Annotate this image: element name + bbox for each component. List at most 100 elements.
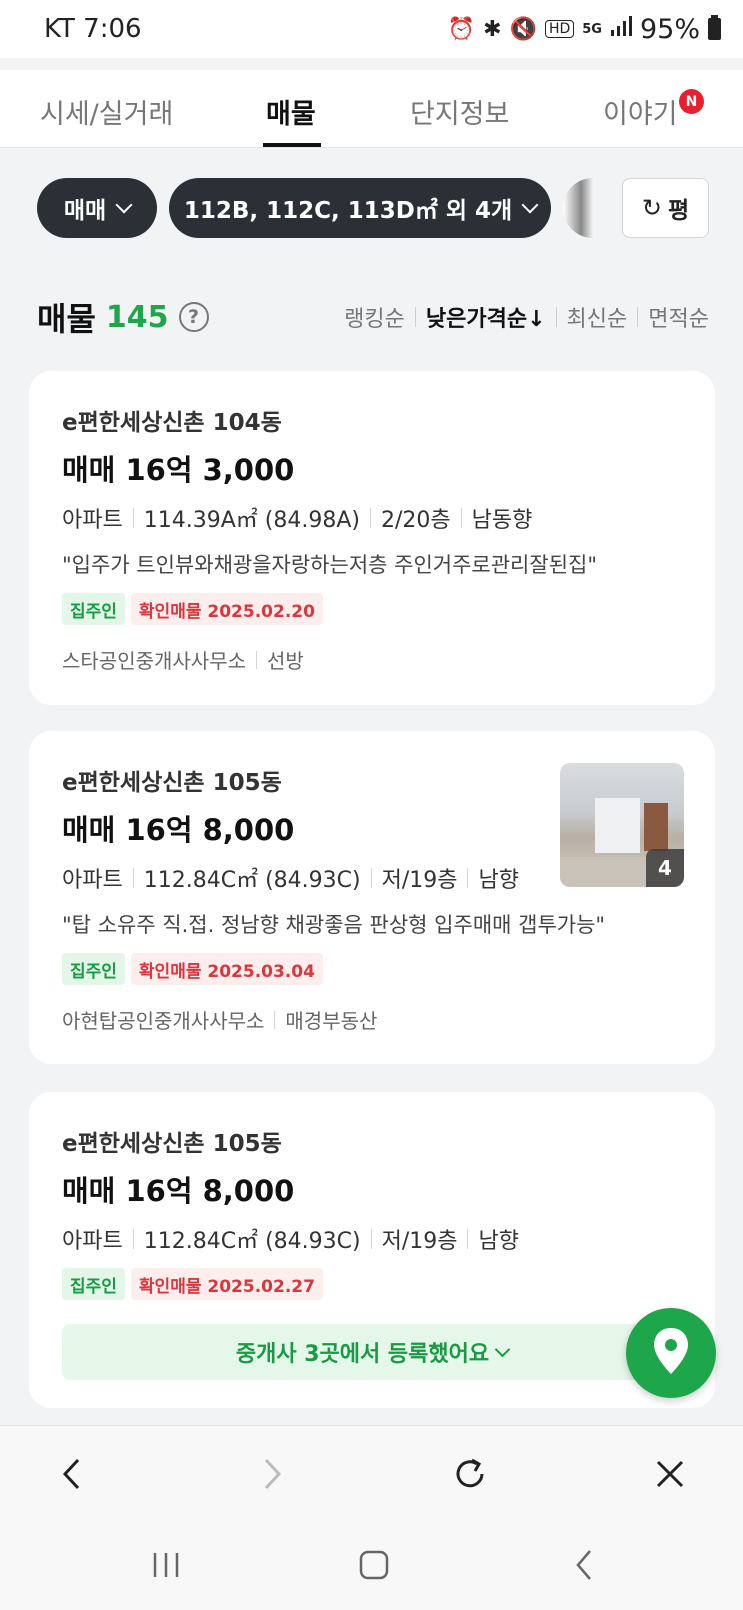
divider xyxy=(132,868,134,888)
back-icon[interactable] xyxy=(50,1452,94,1496)
list-header: 매물 145 ? 랭킹순 낮은가격순↓ 최신순 면적순 xyxy=(37,295,709,339)
status-bar: KT 7:06 ⏰ ✱ 🔇 HD 5G 95% xyxy=(0,0,743,58)
owner-badge: 집주인 xyxy=(62,953,125,985)
photo-wall xyxy=(595,798,640,853)
listing-badges: 집주인 확인매물 2025.02.27 xyxy=(62,1268,323,1300)
refresh-icon: ↻ xyxy=(641,194,662,222)
listing-badges: 집주인 확인매물 2025.02.20 xyxy=(62,593,323,625)
chevron-down-icon xyxy=(521,196,539,214)
agency-name: 아현탑공인중개사사무소 xyxy=(62,1009,265,1033)
agency-line: 아현탑공인중개사사무소 매경부동산 xyxy=(62,1005,377,1034)
trade-type-filter[interactable]: 매매 xyxy=(37,178,157,238)
close-icon[interactable] xyxy=(648,1452,692,1496)
tab-price-history[interactable]: 시세/실거래 xyxy=(40,92,173,131)
area-filter[interactable]: 112B, 112C, 113D㎡ 외 4개 xyxy=(169,178,551,238)
status-icons: ⏰ ✱ 🔇 HD 5G 95% xyxy=(448,14,721,45)
direction: 남동향 xyxy=(471,508,533,533)
agency-extra: 매경부동산 xyxy=(285,1009,378,1033)
complex-name: e편한세상신촌 104동 xyxy=(62,410,282,436)
divider xyxy=(555,307,557,327)
active-tab-indicator xyxy=(263,143,321,147)
alarm-icon: ⏰ xyxy=(447,16,476,42)
battery-percent: 95% xyxy=(639,13,700,45)
agents-bar-label: 중개사 3곳에서 등록했어요 xyxy=(235,1342,490,1367)
sort-ranking[interactable]: 랭킹순 xyxy=(344,301,405,333)
unit-toggle-button[interactable]: ↻ 평 xyxy=(622,178,709,238)
nav-back-icon[interactable] xyxy=(564,1545,604,1585)
listing-spec: 아파트 112.84C㎡ (84.93C) 저/19층 남향 xyxy=(62,1223,519,1255)
direction: 남향 xyxy=(478,1229,519,1254)
photo-door xyxy=(644,803,668,851)
agency-name: 스타공인중개사사무소 xyxy=(62,649,246,673)
divider xyxy=(0,58,743,70)
area: 112.84C㎡ (84.93C) xyxy=(143,868,361,893)
new-badge: N xyxy=(679,89,704,114)
divider xyxy=(460,508,462,528)
agents-expand-button[interactable]: 중개사 3곳에서 등록했어요 xyxy=(62,1324,682,1380)
tab-stories[interactable]: 이야기 xyxy=(603,92,678,131)
area-filter-label: 112B, 112C, 113D㎡ 외 4개 xyxy=(183,198,513,224)
divider xyxy=(370,868,372,888)
reload-icon[interactable] xyxy=(448,1452,492,1496)
map-button[interactable] xyxy=(626,1308,716,1398)
owner-badge: 집주인 xyxy=(62,1268,125,1300)
divider xyxy=(274,1010,276,1029)
bluetooth-icon: ✱ xyxy=(483,16,502,42)
divider xyxy=(132,1229,134,1249)
listing-card[interactable]: e편한세상신촌 105동 매매 16억 8,000 아파트 112.84C㎡ (… xyxy=(29,1092,715,1408)
chevron-down-icon xyxy=(494,1341,511,1357)
verified-badge: 확인매물 2025.03.04 xyxy=(130,953,323,985)
listing-spec: 아파트 114.39A㎡ (84.98A) 2/20층 남동향 xyxy=(62,502,532,534)
agency-extra: 선방 xyxy=(267,649,304,673)
more-filters-edge[interactable] xyxy=(563,178,593,238)
status-time: KT 7:06 xyxy=(44,14,142,44)
divider xyxy=(256,650,257,669)
sort-latest[interactable]: 최신순 xyxy=(567,301,628,333)
list-title: 매물 xyxy=(37,300,96,338)
complex-name: e편한세상신촌 105동 xyxy=(62,1131,282,1157)
verified-badge: 확인매물 2025.02.20 xyxy=(130,593,323,625)
area: 114.39A㎡ (84.98A) xyxy=(143,508,360,533)
unit-label: 평 xyxy=(667,198,690,224)
forward-icon xyxy=(250,1452,294,1496)
photo-count: 4 xyxy=(646,849,684,887)
tab-bar: 시세/실거래 매물 단지정보 이야기 N xyxy=(0,70,743,148)
direction: 남향 xyxy=(478,868,519,893)
divider xyxy=(467,868,469,888)
property-type: 아파트 xyxy=(62,1229,123,1254)
listing-card[interactable]: e편한세상신촌 105동 매매 16억 8,000 아파트 112.84C㎡ (… xyxy=(29,731,715,1064)
home-icon[interactable] xyxy=(354,1545,394,1585)
divider xyxy=(370,1229,372,1249)
divider xyxy=(637,307,639,327)
sort-area[interactable]: 면적순 xyxy=(648,301,709,333)
map-pin-icon xyxy=(651,1326,691,1380)
sort-low-price[interactable]: 낮은가격순↓ xyxy=(426,301,546,333)
listing-photo[interactable]: 4 xyxy=(560,763,684,887)
listing-price: 매매 16억 8,000 xyxy=(62,1174,295,1208)
mute-icon: 🔇 xyxy=(509,16,537,42)
tab-complex-info[interactable]: 단지정보 xyxy=(410,92,509,131)
divider xyxy=(414,307,416,327)
agency-line: 스타공인중개사사무소 선방 xyxy=(62,645,304,674)
recents-icon[interactable] xyxy=(146,1545,186,1585)
help-icon[interactable]: ? xyxy=(178,302,209,332)
sort-options: 랭킹순 낮은가격순↓ 최신순 면적순 xyxy=(344,301,709,333)
complex-name: e편한세상신촌 105동 xyxy=(62,770,282,796)
network-icon: 5G xyxy=(582,21,602,37)
floor: 저/19층 xyxy=(381,868,458,893)
list-count: 145 xyxy=(105,299,169,335)
listing-description: "탑 소유주 직.접. 정남향 채광좋음 판상형 입주매매 갭투가능" xyxy=(62,913,606,937)
browser-toolbar xyxy=(0,1425,743,1520)
property-type: 아파트 xyxy=(62,508,123,533)
property-type: 아파트 xyxy=(62,868,123,893)
tab-listings[interactable]: 매물 xyxy=(266,92,316,131)
listing-card[interactable]: e편한세상신촌 104동 매매 16억 3,000 아파트 114.39A㎡ (… xyxy=(29,371,715,705)
divider xyxy=(369,508,371,528)
trade-type-label: 매매 xyxy=(63,198,107,224)
listing-badges: 집주인 확인매물 2025.03.04 xyxy=(62,953,323,985)
filter-row: 매매 112B, 112C, 113D㎡ 외 4개 ↻ 평 xyxy=(0,178,743,240)
listing-description: "입주가 트인뷰와채광을자랑하는저층 주인거주로관리잘된집" xyxy=(62,553,597,577)
listing-price: 매매 16억 8,000 xyxy=(62,813,295,847)
owner-badge: 집주인 xyxy=(62,593,125,625)
floor: 저/19층 xyxy=(381,1229,458,1254)
